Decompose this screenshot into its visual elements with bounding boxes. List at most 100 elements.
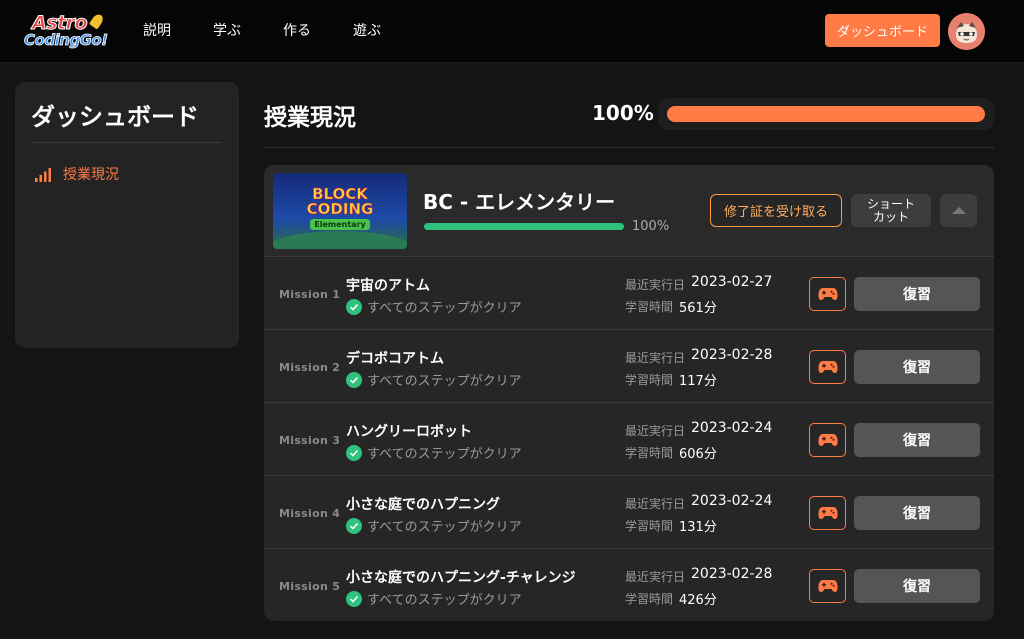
mission-number: Mission 2 <box>279 361 341 374</box>
study-time-value: 117分 <box>679 374 717 389</box>
mission-status: すべてのステップがクリア <box>346 370 522 389</box>
study-time-label: 学習時間 <box>625 373 674 387</box>
sidebar: ダッシュボード 授業現況 <box>15 82 239 348</box>
review-button[interactable]: 復習 <box>854 496 980 530</box>
play-game-button[interactable] <box>809 496 846 530</box>
main-divider <box>264 147 994 148</box>
mission-number: Mission 5 <box>279 580 341 593</box>
course-header: BLOCK CODING Elementary BC - エレメンタリー 100… <box>264 165 994 257</box>
mission-status: すべてのステップがクリア <box>346 516 522 535</box>
mission-status: すべてのステップがクリア <box>346 297 522 316</box>
mission-row: Mission 2 デコボコアトム すべてのステップがクリア 最近実行日 202… <box>264 330 994 403</box>
study-time-value: 606分 <box>679 447 717 462</box>
course-progress-bar <box>424 223 624 230</box>
study-time-value: 131分 <box>679 520 717 535</box>
mission-title: 小さな庭でのハプニング-チャレンジ <box>346 570 576 586</box>
review-button[interactable]: 復習 <box>854 569 980 603</box>
mission-title: 宇宙のアトム <box>346 278 430 294</box>
last-run-date: 2023-02-28 <box>691 347 773 363</box>
last-run-date: 2023-02-24 <box>691 493 773 509</box>
mission-status: すべてのステップがクリア <box>346 443 522 462</box>
study-time-label: 学習時間 <box>625 446 674 460</box>
study-time-value: 426分 <box>679 593 717 608</box>
gamepad-icon <box>817 580 838 592</box>
mission-status-text: すべてのステップがクリア <box>367 301 522 316</box>
study-time-label: 学習時間 <box>625 592 674 606</box>
play-game-button[interactable] <box>809 423 846 457</box>
mission-row: Mission 4 小さな庭でのハプニング すべてのステップがクリア 最近実行日… <box>264 476 994 549</box>
course-thumbnail: BLOCK CODING Elementary <box>273 173 407 249</box>
check-circle-icon <box>346 590 362 607</box>
last-run-date: 2023-02-27 <box>691 274 773 290</box>
top-navbar: Astro CodingGo! 説明 学ぶ 作る 遊ぶ ダッシュボード <box>0 0 1024 63</box>
last-run-date: 2023-02-24 <box>691 420 773 436</box>
mission-title: 小さな庭でのハプニング <box>346 497 500 513</box>
mission-status: すべてのステップがクリア <box>346 589 522 608</box>
mission-row: Mission 5 小さな庭でのハプニング-チャレンジ すべてのステップがクリア… <box>264 549 994 621</box>
play-game-button[interactable] <box>809 569 846 603</box>
shortcut-button[interactable]: ショートカット <box>851 194 931 227</box>
mission-status-text: すべてのステップがクリア <box>367 593 522 608</box>
gamepad-icon <box>817 361 838 373</box>
last-run-label: 最近実行日 <box>625 351 686 365</box>
astro-coding-go-logo[interactable]: Astro CodingGo! <box>24 12 110 54</box>
sidebar-item-class-status[interactable]: 授業現況 <box>35 164 119 184</box>
shortcut-button-label: ショートカット <box>866 196 915 224</box>
last-run-label: 最近実行日 <box>625 424 686 438</box>
nav-item-learn[interactable]: 学ぶ <box>213 20 241 40</box>
nav-item-play[interactable]: 遊ぶ <box>353 20 381 40</box>
certificate-button[interactable]: 修了証を受け取る <box>710 194 842 227</box>
nav-item-make[interactable]: 作る <box>283 20 311 40</box>
mission-number: Mission 3 <box>279 434 341 447</box>
mission-row: Mission 3 ハングリーロボット すべてのステップがクリア 最近実行日 2… <box>264 403 994 476</box>
review-button[interactable]: 復習 <box>854 350 980 384</box>
course-progress-label: 100% <box>632 219 670 234</box>
sidebar-divider <box>31 142 222 143</box>
signal-bars-icon <box>35 167 51 182</box>
nav-item-explain[interactable]: 説明 <box>143 20 171 40</box>
user-avatar-icon <box>948 13 985 50</box>
thumbnail-text-coding: CODING <box>306 200 374 219</box>
logo-text-line2: CodingGo! <box>24 31 109 50</box>
sidebar-item-label: 授業現況 <box>63 167 119 183</box>
last-run-label: 最近実行日 <box>625 278 686 292</box>
rocket-icon <box>88 12 106 30</box>
overall-progress-label: 100% <box>592 101 654 125</box>
course-progress-fill <box>424 223 624 230</box>
overall-progress-fill <box>667 106 985 122</box>
study-time-value: 561分 <box>679 301 717 316</box>
gamepad-icon <box>817 288 838 300</box>
collapse-button[interactable] <box>940 194 977 227</box>
mission-title: ハングリーロボット <box>346 424 472 440</box>
play-game-button[interactable] <box>809 277 846 311</box>
check-circle-icon <box>346 517 362 534</box>
last-run-label: 最近実行日 <box>625 570 686 584</box>
dashboard-button[interactable]: ダッシュボード <box>825 14 940 47</box>
course-title: BC - エレメンタリー <box>423 190 616 214</box>
thumbnail-text-elementary: Elementary <box>310 219 370 230</box>
check-circle-icon <box>346 371 362 388</box>
play-game-button[interactable] <box>809 350 846 384</box>
gamepad-icon <box>817 434 838 446</box>
mission-number: Mission 4 <box>279 507 341 520</box>
chevron-up-icon <box>951 207 966 214</box>
avatar[interactable] <box>948 13 985 50</box>
last-run-date: 2023-02-28 <box>691 566 773 582</box>
study-time-label: 学習時間 <box>625 300 674 314</box>
page-title: 授業現況 <box>264 105 356 131</box>
review-button[interactable]: 復習 <box>854 423 980 457</box>
check-circle-icon <box>346 444 362 461</box>
sidebar-title: ダッシュボード <box>31 103 199 131</box>
thumbnail-planet <box>273 231 407 249</box>
gamepad-icon <box>817 507 838 519</box>
overall-progress-bar <box>658 98 994 130</box>
mission-row: Mission 1 宇宙のアトム すべてのステップがクリア 最近実行日 2023… <box>264 257 994 330</box>
mission-status-text: すべてのステップがクリア <box>367 520 522 535</box>
study-time-label: 学習時間 <box>625 519 674 533</box>
mission-status-text: すべてのステップがクリア <box>367 447 522 462</box>
course-card: BLOCK CODING Elementary BC - エレメンタリー 100… <box>264 165 994 621</box>
review-button[interactable]: 復習 <box>854 277 980 311</box>
mission-number: Mission 1 <box>279 288 341 301</box>
mission-title: デコボコアトム <box>346 351 444 367</box>
check-circle-icon <box>346 298 362 315</box>
